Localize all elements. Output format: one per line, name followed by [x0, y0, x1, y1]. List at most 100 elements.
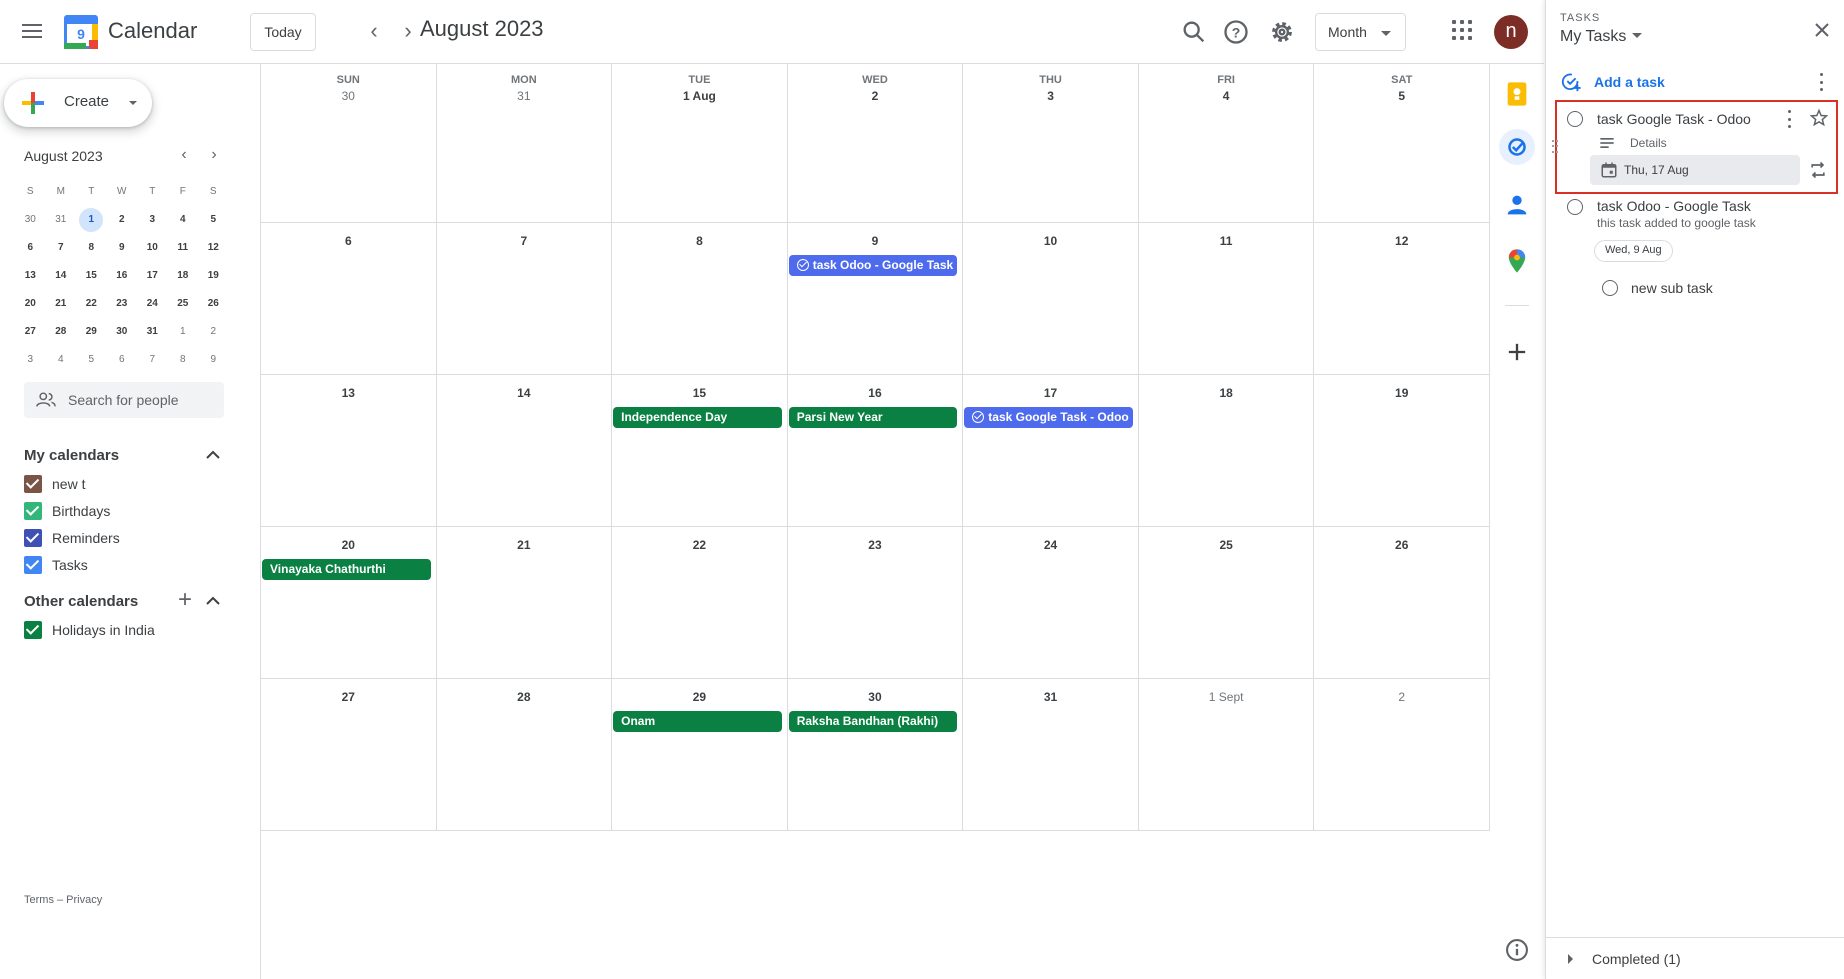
day-cell[interactable]: 31	[963, 679, 1139, 831]
mini-day[interactable]: 21	[46, 290, 77, 318]
mini-day[interactable]: 6	[15, 234, 46, 262]
mini-day[interactable]: 28	[46, 318, 77, 346]
today-button[interactable]: Today	[250, 13, 316, 51]
day-number[interactable]: 18	[1139, 386, 1314, 400]
task-date-chip[interactable]: Thu, 17 Aug	[1590, 155, 1800, 185]
day-number[interactable]: 25	[1139, 538, 1314, 552]
day-number[interactable]: 22	[612, 538, 787, 552]
mini-day[interactable]: 3	[15, 346, 46, 374]
day-number[interactable]: 30	[261, 89, 436, 103]
day-number[interactable]: 12	[1314, 234, 1489, 248]
day-cell[interactable]: 30	[787, 679, 964, 831]
day-cell[interactable]: 24	[963, 527, 1139, 679]
mini-day[interactable]: 31	[137, 318, 168, 346]
day-cell[interactable]: 6	[261, 223, 437, 375]
mini-day[interactable]: 8	[76, 234, 107, 262]
info-icon[interactable]	[1503, 936, 1531, 964]
mini-day[interactable]: 8	[168, 346, 199, 374]
day-number[interactable]: 6	[261, 234, 436, 248]
mini-day[interactable]: 20	[15, 290, 46, 318]
mini-day[interactable]: 13	[15, 262, 46, 290]
day-number[interactable]: 21	[437, 538, 612, 552]
mini-day[interactable]: 9	[198, 346, 229, 374]
day-cell[interactable]: SUN 30	[261, 64, 437, 223]
holiday-event[interactable]: Vinayaka Chathurthi	[262, 559, 431, 580]
holiday-event[interactable]: Parsi New Year	[788, 407, 958, 428]
chevron-up-icon[interactable]	[201, 589, 225, 613]
star-icon[interactable]	[1809, 108, 1829, 128]
mini-day[interactable]: 1	[168, 318, 199, 346]
mini-day[interactable]: 15	[76, 262, 107, 290]
task-details-field[interactable]: Details	[1630, 136, 1667, 150]
view-switcher-button[interactable]: Month	[1315, 13, 1406, 51]
day-cell[interactable]: 15	[612, 375, 788, 527]
day-cell[interactable]: 11	[1138, 223, 1315, 375]
help-icon[interactable]: ?	[1222, 18, 1250, 46]
calendar-item[interactable]: Birthdays	[24, 499, 110, 523]
day-cell[interactable]: 14	[436, 375, 613, 527]
subtask-complete-checkbox[interactable]	[1602, 280, 1618, 296]
mini-day[interactable]: 11	[168, 234, 199, 262]
search-people-input[interactable]	[68, 382, 218, 418]
mini-day[interactable]: 30	[107, 318, 138, 346]
day-number[interactable]: 31	[437, 89, 612, 103]
add-addon-icon[interactable]	[1503, 338, 1531, 366]
task-title[interactable]: task Odoo - Google Task	[1597, 198, 1751, 214]
day-cell[interactable]: FRI 4	[1138, 64, 1315, 223]
day-number[interactable]: 4	[1139, 89, 1314, 103]
holiday-event[interactable]: Raksha Bandhan (Rakhi)	[788, 711, 958, 732]
main-menu-icon[interactable]	[20, 20, 44, 44]
mini-day[interactable]: 30	[15, 206, 46, 234]
task-chip[interactable]: task Odoo - Google Task	[788, 255, 958, 276]
day-number[interactable]: 16	[788, 386, 963, 400]
day-cell[interactable]: 16	[787, 375, 964, 527]
completed-tasks-toggle[interactable]: Completed (1)	[1546, 937, 1844, 979]
mini-day[interactable]: 24	[137, 290, 168, 318]
calendar-item[interactable]: Holidays in India	[24, 618, 155, 642]
keep-icon[interactable]	[1503, 80, 1531, 108]
next-period-icon[interactable]: ›	[396, 20, 420, 44]
day-number[interactable]: 7	[437, 234, 612, 248]
task-title[interactable]: task Google Task - Odoo	[1597, 111, 1751, 127]
mini-day[interactable]: 4	[168, 206, 199, 234]
day-cell[interactable]: 28	[436, 679, 613, 831]
day-number[interactable]: 17	[963, 386, 1138, 400]
mini-day[interactable]: 3	[137, 206, 168, 234]
mini-day[interactable]: 2	[198, 318, 229, 346]
subtask-title[interactable]: new sub task	[1631, 280, 1713, 296]
day-number[interactable]: 23	[788, 538, 963, 552]
calendar-checkbox[interactable]	[24, 475, 42, 493]
day-cell[interactable]: 20	[261, 527, 437, 679]
contacts-icon[interactable]	[1503, 191, 1531, 219]
mini-previous-icon[interactable]: ‹	[174, 146, 194, 164]
day-number[interactable]: 13	[261, 386, 436, 400]
settings-gear-icon[interactable]	[1268, 18, 1296, 46]
day-cell[interactable]: 29	[612, 679, 788, 831]
day-number[interactable]: 1 Aug	[612, 89, 787, 103]
day-cell[interactable]: 13	[261, 375, 437, 527]
mini-day[interactable]: 10	[137, 234, 168, 262]
mini-day[interactable]: 9	[107, 234, 138, 262]
mini-day[interactable]: 5	[76, 346, 107, 374]
day-number[interactable]: 9	[788, 234, 963, 248]
day-number[interactable]: 15	[612, 386, 787, 400]
day-cell[interactable]: 25	[1138, 527, 1315, 679]
mini-day[interactable]: 22	[76, 290, 107, 318]
day-cell[interactable]: 19	[1314, 375, 1490, 527]
day-cell[interactable]: 8	[612, 223, 788, 375]
mini-day[interactable]: 4	[46, 346, 77, 374]
mini-day[interactable]: 19	[198, 262, 229, 290]
mini-day[interactable]: 12	[198, 234, 229, 262]
task-list-selector[interactable]: My Tasks	[1560, 28, 1643, 46]
calendar-logo-icon[interactable]: 9	[64, 15, 98, 49]
day-number[interactable]: 30	[788, 690, 963, 704]
day-cell[interactable]: 7	[436, 223, 613, 375]
day-number[interactable]: 24	[963, 538, 1138, 552]
avatar[interactable]: n	[1494, 15, 1528, 49]
day-number[interactable]: 2	[1314, 690, 1489, 704]
calendar-item[interactable]: Tasks	[24, 553, 88, 577]
day-cell[interactable]: MON 31	[436, 64, 613, 223]
day-number[interactable]: 28	[437, 690, 612, 704]
mini-day[interactable]: 26	[198, 290, 229, 318]
app-title[interactable]: Calendar	[108, 18, 197, 44]
